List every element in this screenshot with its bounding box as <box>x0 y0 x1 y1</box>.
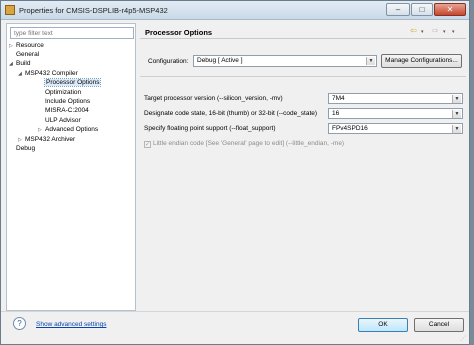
settings-tree-panel: ▷Resource General ◢Build ◢MSP432 Compile… <box>6 23 136 311</box>
forward-arrow-icon[interactable]: ⇨ <box>432 26 439 35</box>
tree-item-include-options[interactable]: Include Options <box>45 97 90 106</box>
configuration-value: Debug [ Active ] <box>197 57 243 64</box>
tree-item-label: Processor Options <box>43 78 102 87</box>
chevron-down-icon[interactable]: ▼ <box>452 95 461 103</box>
tree-item-label: Debug <box>16 145 36 152</box>
tree-item-label: MSP432 Compiler <box>25 70 78 77</box>
tree-item-label: ULP Advisor <box>45 117 81 124</box>
chevron-down-icon[interactable]: ▼ <box>366 57 375 65</box>
configuration-label: Configuration: <box>148 58 189 65</box>
target-processor-value: 7M4 <box>332 95 345 102</box>
target-processor-label: Target processor version (--silicon_vers… <box>144 95 283 102</box>
filter-input[interactable] <box>10 27 134 39</box>
expand-arrow-icon[interactable]: ▷ <box>9 42 16 51</box>
app-icon <box>5 5 15 15</box>
close-button[interactable]: ✕ <box>434 3 466 16</box>
tree-item-ulp-advisor[interactable]: ULP Advisor <box>45 116 81 125</box>
tree-item-general[interactable]: General <box>16 50 39 59</box>
collapse-arrow-icon[interactable]: ◢ <box>18 70 25 79</box>
tree-item-advanced-options[interactable]: ▷ Advanced Options <box>38 125 98 134</box>
properties-dialog: Properties for CMSIS-DSPLIB-r4p5-MSP432 … <box>0 0 470 345</box>
tree-item-label: Resource <box>16 42 44 49</box>
tree-item-optimization[interactable]: Optimization <box>45 88 81 97</box>
tree-item-label: Optimization <box>45 89 82 96</box>
tree-item-label: MISRA-C:2004 <box>45 107 89 114</box>
float-support-value: FPv4SPD16 <box>332 125 368 132</box>
tree-item-label: Include Options <box>45 98 91 105</box>
tree-item-debug[interactable]: Debug <box>16 144 35 153</box>
expand-arrow-icon[interactable]: ▷ <box>38 126 45 135</box>
show-advanced-settings-link[interactable]: Show advanced settings <box>36 321 106 328</box>
tree-item-msp432-archiver[interactable]: ▷ MSP432 Archiver <box>18 135 75 144</box>
tree-item-label: Build <box>16 60 31 67</box>
target-processor-select[interactable]: 7M4 ▼ <box>328 93 463 104</box>
page-title: Processor Options <box>145 28 213 37</box>
code-state-select[interactable]: 16 ▼ <box>328 108 463 119</box>
view-menu-icon[interactable]: ▾ <box>452 28 455 37</box>
footer-divider <box>1 311 469 312</box>
collapse-arrow-icon[interactable]: ◢ <box>9 60 16 69</box>
tree-item-label: MSP432 Archiver <box>25 136 76 143</box>
little-endian-checkbox: ✓ <box>144 141 151 148</box>
back-arrow-icon[interactable]: ⇦ <box>410 26 417 35</box>
code-state-value: 16 <box>332 110 340 117</box>
float-support-label: Specify floating point support (--float_… <box>144 125 276 132</box>
maximize-button[interactable]: □ <box>411 3 433 16</box>
little-endian-option: ✓ Little endian code [See 'General' page … <box>144 140 344 148</box>
cancel-button[interactable]: Cancel <box>414 318 464 332</box>
manage-configurations-button[interactable]: Manage Configurations... <box>381 54 462 68</box>
chevron-down-icon[interactable]: ▼ <box>452 125 461 133</box>
tree-item-misra[interactable]: MISRA-C:2004 <box>45 106 89 115</box>
properties-page: Processor Options ⇦ ▾ ⇨ ▾ ▾ Configuratio… <box>140 23 466 311</box>
code-state-label: Designate code state, 16-bit (thumb) or … <box>144 110 318 117</box>
back-history-dropdown-icon[interactable]: ▾ <box>421 28 424 37</box>
title-bar[interactable]: Properties for CMSIS-DSPLIB-r4p5-MSP432 … <box>1 1 469 20</box>
tree-item-build[interactable]: ◢ Build <box>9 59 30 68</box>
tree-item-label: General <box>16 51 40 58</box>
float-support-select[interactable]: FPv4SPD16 ▼ <box>328 123 463 134</box>
ok-button[interactable]: OK <box>358 318 408 332</box>
little-endian-label: Little endian code [See 'General' page t… <box>153 140 345 147</box>
page-header: Processor Options ⇦ ▾ ⇨ ▾ ▾ <box>140 23 466 39</box>
minimize-button[interactable]: – <box>386 3 410 16</box>
tree-item-msp432-compiler[interactable]: ◢ MSP432 Compiler <box>18 69 78 78</box>
resize-grip-icon[interactable]: ⋰ <box>460 335 468 343</box>
chevron-down-icon[interactable]: ▼ <box>452 110 461 118</box>
forward-history-dropdown-icon[interactable]: ▾ <box>443 28 446 37</box>
tree-item-resource[interactable]: ▷ Resource <box>9 41 44 50</box>
divider <box>140 76 466 77</box>
window-title: Properties for CMSIS-DSPLIB-r4p5-MSP432 <box>19 6 168 15</box>
tree-item-processor-options[interactable]: Processor Options <box>43 78 102 87</box>
tree-item-label: Advanced Options <box>45 126 99 133</box>
help-icon[interactable]: ? <box>13 317 26 330</box>
configuration-select[interactable]: Debug [ Active ] ▼ <box>193 55 377 67</box>
